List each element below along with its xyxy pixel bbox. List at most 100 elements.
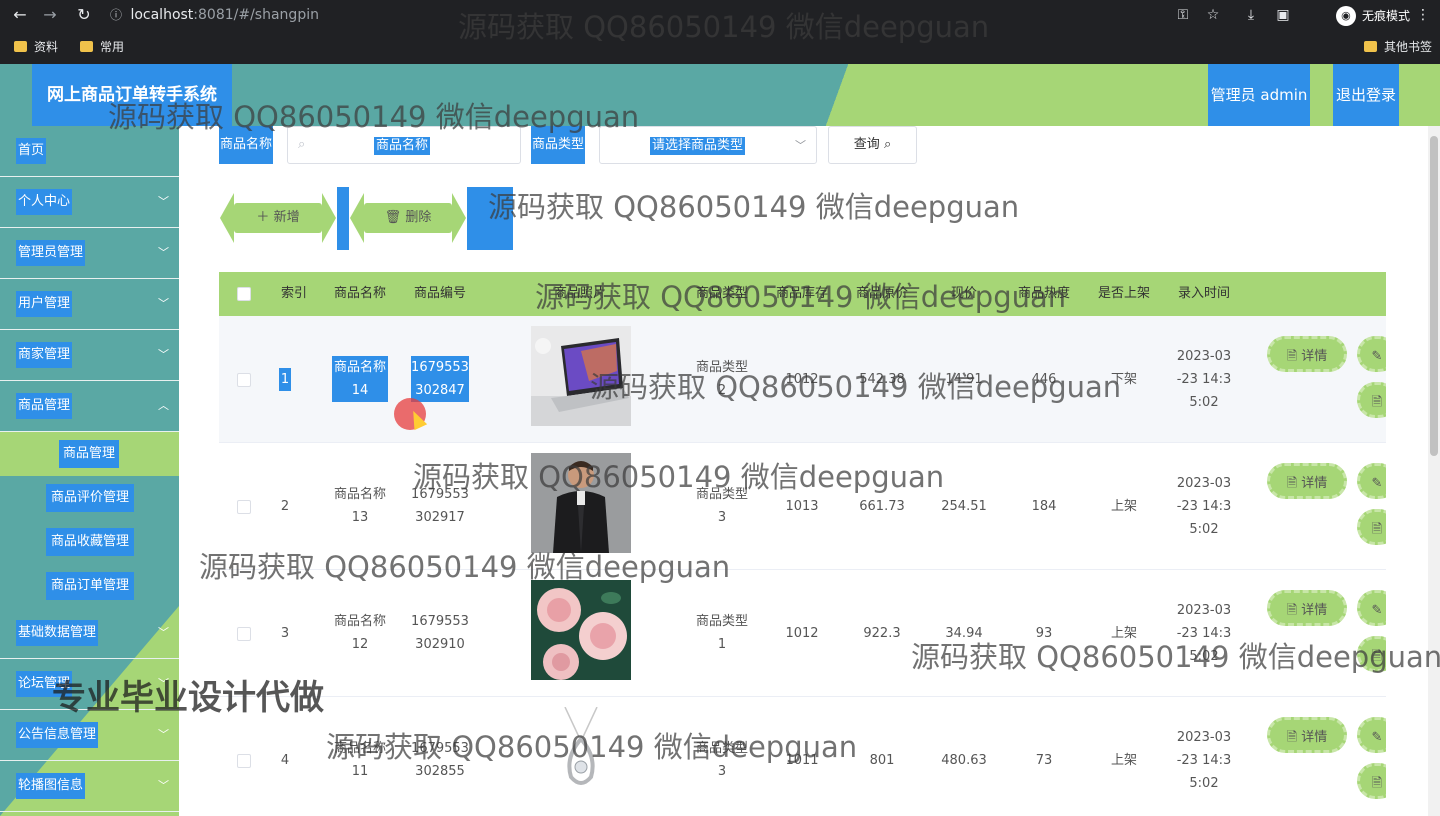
watermark: 源码获取 QQ86050149 微信deepguan xyxy=(458,10,990,44)
cell-line: -23 14:3 xyxy=(1176,499,1232,514)
edit-button[interactable]: ✎ xyxy=(1357,717,1386,753)
folder-icon xyxy=(1364,41,1377,52)
watermark: 源码获取 QQ86050149 微信deepguan xyxy=(488,190,1020,224)
sidebar-subitem-product[interactable]: 商品管理 xyxy=(0,432,179,476)
select-all-checkbox[interactable] xyxy=(237,287,251,301)
bookmark-folder-other[interactable]: 其他书签 xyxy=(1364,38,1432,56)
sidebar-item-product-mgmt[interactable]: 商品管理 ︿ xyxy=(0,381,179,432)
document-icon: 🗎 xyxy=(1286,349,1298,364)
sidebar-subitem-label: 商品管理 xyxy=(59,440,119,468)
cell-on-shelf: 上架 xyxy=(1110,753,1137,768)
cell-line: 商品名称 xyxy=(333,487,386,502)
document-icon: 🗎 xyxy=(1371,395,1383,410)
edit-icon: ✎ xyxy=(1371,349,1383,364)
header-product-code: 商品编号 xyxy=(413,286,466,301)
cell-line: 13 xyxy=(351,510,369,525)
sidebar-item-carousel[interactable]: 轮播图信息 ﹀ xyxy=(0,761,179,812)
row-extra-button[interactable]: 🗎 xyxy=(1357,382,1386,418)
sidebar-item-merchant-mgmt[interactable]: 商家管理 ﹀ xyxy=(0,330,179,381)
sidebar-item-label: 公告信息管理 xyxy=(16,722,99,748)
sidebar-item-label: 商品管理 xyxy=(16,393,73,419)
scrollbar-thumb[interactable] xyxy=(1430,136,1438,456)
row-checkbox[interactable] xyxy=(237,500,251,514)
sidebar-item-user-mgmt[interactable]: 用户管理 ﹀ xyxy=(0,279,179,330)
sidebar-subitem-product-order[interactable]: 商品订单管理 xyxy=(0,564,179,608)
header-index: 索引 xyxy=(280,286,307,301)
bookmark-label: 常用 xyxy=(100,40,125,54)
header-entry-time: 录入时间 xyxy=(1177,286,1230,301)
cell-product-code: 1679553 302847 xyxy=(411,356,469,402)
document-icon: 🗎 xyxy=(1286,476,1298,491)
product-name-placeholder: 商品名称 xyxy=(374,137,431,155)
cell-line: 14 xyxy=(351,383,369,398)
cell-line: 3 xyxy=(717,510,727,525)
sidepanel-icon[interactable]: ▣ xyxy=(1272,2,1294,28)
sidebar-item-label: 商家管理 xyxy=(16,342,73,368)
chevron-down-icon: ﹀ xyxy=(158,779,169,792)
cell-line: 2023-03 xyxy=(1176,730,1232,745)
folder-icon xyxy=(14,41,27,52)
incognito-label: 无痕模式 xyxy=(1361,9,1410,23)
detail-button-label: 详情 xyxy=(1301,476,1328,491)
cell-line: 1679553 xyxy=(411,614,469,629)
delete-button[interactable]: 🗑 删除 xyxy=(350,193,466,243)
edit-icon: ✎ xyxy=(1371,730,1383,745)
sidebar-item-personal-center[interactable]: 个人中心 ﹀ xyxy=(0,177,179,228)
detail-button[interactable]: 🗎 详情 xyxy=(1267,590,1347,626)
bookmark-label: 其他书签 xyxy=(1384,40,1433,54)
cell-line: 2023-03 xyxy=(1176,603,1232,618)
row-checkbox[interactable] xyxy=(237,627,251,641)
row-checkbox[interactable] xyxy=(237,373,251,387)
watermark: 源码获取 QQ86050149 微信deepguan xyxy=(535,280,1067,314)
add-button[interactable]: ＋ 新增 xyxy=(220,193,336,243)
detail-button-label: 详情 xyxy=(1301,603,1328,618)
cell-line: 1679553 xyxy=(411,360,469,375)
cell-product-name: 商品名称 14 xyxy=(332,356,388,402)
incognito-indicator[interactable]: ◉ 无痕模式 xyxy=(1334,4,1410,28)
bookmark-folder-changyong[interactable]: 常用 xyxy=(80,38,124,56)
site-info-icon[interactable]: ⓘ xyxy=(110,2,126,28)
download-icon[interactable]: ⤓ xyxy=(1240,2,1262,28)
menu-kebab-icon[interactable]: ⋮ xyxy=(1412,2,1434,28)
query-button[interactable]: 查询 ⌕ xyxy=(828,126,917,164)
chevron-down-icon: ﹀ xyxy=(158,626,169,639)
sidebar-item-basic-data[interactable]: 基础数据管理 ﹀ xyxy=(0,608,179,659)
add-button-label: 新增 xyxy=(273,210,300,225)
reload-icon[interactable]: ↻ xyxy=(72,3,96,27)
back-arrow-icon[interactable]: ← xyxy=(8,3,32,27)
cell-index: 2 xyxy=(280,499,290,514)
bookmark-star-icon[interactable]: ☆ xyxy=(1202,2,1224,28)
sidebar-subitem-product-review[interactable]: 商品评价管理 xyxy=(0,476,179,520)
cell-line: 商品名称 xyxy=(333,614,386,629)
chevron-down-icon: ﹀ xyxy=(158,297,169,310)
detail-button[interactable]: 🗎 详情 xyxy=(1267,717,1347,753)
detail-button-label: 详情 xyxy=(1301,349,1328,364)
sidebar-subitem-label: 商品订单管理 xyxy=(46,572,134,600)
cell-line: 商品名称 xyxy=(333,360,386,375)
sidebar-subitem-label: 商品收藏管理 xyxy=(46,528,134,556)
logout-button[interactable]: 退出登录 xyxy=(1333,64,1399,126)
row-checkbox[interactable] xyxy=(237,754,251,768)
sidebar-item-label: 首页 xyxy=(16,138,47,164)
document-icon: 🗎 xyxy=(1286,603,1298,618)
product-type-placeholder: 请选择商品类型 xyxy=(650,137,746,155)
forward-arrow-icon[interactable]: → xyxy=(38,3,62,27)
detail-button[interactable]: 🗎 详情 xyxy=(1267,336,1347,372)
chevron-down-icon: ﹀ xyxy=(158,195,169,208)
detail-button[interactable]: 🗎 详情 xyxy=(1267,463,1347,499)
row-extra-button[interactable]: 🗎 xyxy=(1357,763,1386,799)
edit-button[interactable]: ✎ xyxy=(1357,590,1386,626)
cell-line: 2023-03 xyxy=(1176,476,1232,491)
chevron-down-icon: ﹀ xyxy=(158,246,169,259)
incognito-icon: ◉ xyxy=(1335,6,1356,26)
sidebar-subitem-product-favorite[interactable]: 商品收藏管理 xyxy=(0,520,179,564)
bookmark-folder-ziliao[interactable]: 资料 xyxy=(14,38,58,56)
edit-button[interactable]: ✎ xyxy=(1357,463,1386,499)
edit-button[interactable]: ✎ xyxy=(1357,336,1386,372)
admin-user-label: 管理员 admin xyxy=(1208,64,1310,126)
key-icon[interactable]: ⚿ xyxy=(1172,2,1194,28)
cell-line: 12 xyxy=(351,637,369,652)
row-extra-button[interactable]: 🗎 xyxy=(1357,509,1386,545)
sidebar-item-admin-mgmt[interactable]: 管理员管理 ﹀ xyxy=(0,228,179,279)
page-scrollbar[interactable] xyxy=(1428,126,1440,816)
